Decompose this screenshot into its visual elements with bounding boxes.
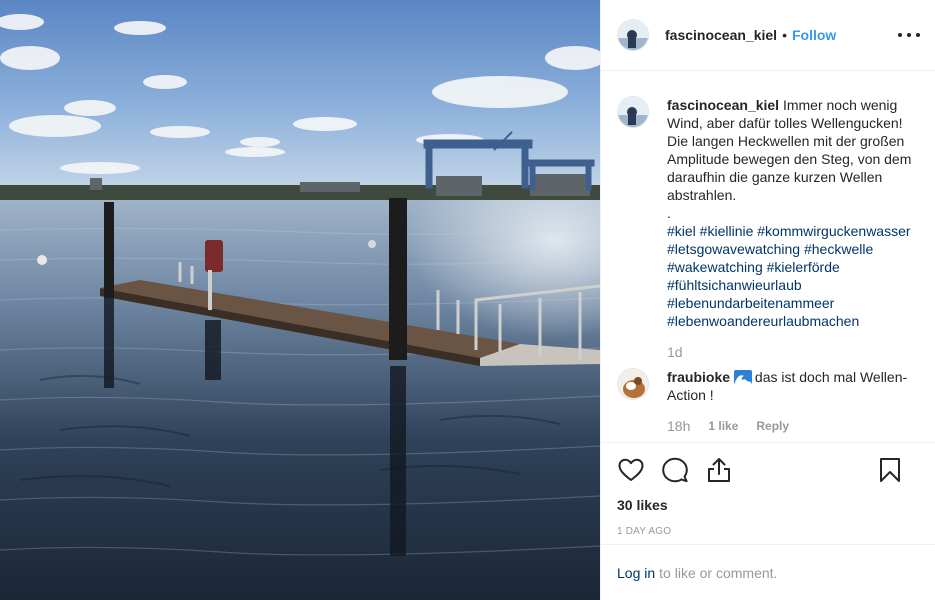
caption-meta: 1d — [667, 344, 920, 360]
comment-likes-count[interactable]: 1 like — [708, 419, 738, 433]
hashtag-list: #kiel #kiellinie #kommwirguckenwasser #l… — [667, 222, 920, 330]
follow-button[interactable]: Follow — [792, 27, 836, 43]
post-header: fascinocean_kiel • Follow — [601, 0, 935, 71]
caption-username[interactable]: fascinocean_kiel — [667, 97, 779, 113]
post-photo[interactable] — [0, 0, 600, 600]
comment-username[interactable]: fraubioke — [667, 369, 730, 385]
harbor-dock-photo — [0, 0, 600, 600]
comments-list[interactable]: fascinocean_kiel Immer noch wenig Wind, … — [601, 72, 935, 442]
hashtag-line[interactable]: #lebenundarbeitenammeer — [667, 294, 920, 312]
hashtag-line[interactable]: #wakewatching #kielerförde — [667, 258, 920, 276]
more-options-icon[interactable] — [898, 26, 920, 44]
login-prompt: Log in to like or comment. — [601, 544, 935, 600]
comment-timestamp[interactable]: 18h — [667, 418, 690, 434]
post-date[interactable]: 1 day ago — [617, 526, 920, 537]
heart-icon[interactable] — [617, 456, 645, 484]
share-icon[interactable] — [705, 456, 733, 484]
water-wave-icon — [733, 370, 752, 384]
likes-count[interactable]: 30 likes — [617, 497, 920, 513]
reply-button[interactable]: Reply — [756, 419, 789, 433]
comment-icon[interactable] — [661, 456, 689, 484]
login-prompt-text: to like or comment. — [659, 564, 778, 581]
hashtag-line[interactable]: #lebenwoandereurlaubmachen — [667, 312, 920, 330]
caption: fascinocean_kiel Immer noch wenig Wind, … — [617, 96, 920, 360]
author-username[interactable]: fascinocean_kiel — [665, 27, 777, 43]
hashtag-line[interactable]: #fühltsichanwieurlaub — [667, 276, 920, 294]
separator-dot: • — [782, 27, 787, 43]
caption-author-avatar[interactable] — [617, 96, 649, 128]
caption-text-block: fascinocean_kiel Immer noch wenig Wind, … — [667, 96, 920, 204]
author-avatar[interactable] — [617, 19, 649, 51]
commenter-avatar[interactable] — [617, 368, 649, 400]
comment-text-block: fraubioke das ist doch mal Wellen-Action… — [667, 368, 920, 404]
post-actions: 30 likes 1 day ago — [601, 442, 935, 537]
caption-separator: . — [667, 205, 671, 221]
post-sidebar: fascinocean_kiel • Follow fascinocean_ki… — [600, 0, 935, 600]
caption-timestamp[interactable]: 1d — [667, 344, 683, 360]
comment-meta: 18h 1 like Reply — [667, 418, 920, 434]
comment-item: fraubioke das ist doch mal Wellen-Action… — [617, 368, 920, 434]
action-icons — [617, 443, 920, 497]
bookmark-icon[interactable] — [876, 456, 904, 484]
hashtag-line[interactable]: #kiel #kiellinie #kommwirguckenwasser — [667, 222, 920, 240]
hashtag-line[interactable]: #letsgowavewatching #heckwelle — [667, 240, 920, 258]
login-link[interactable]: Log in — [617, 565, 655, 581]
